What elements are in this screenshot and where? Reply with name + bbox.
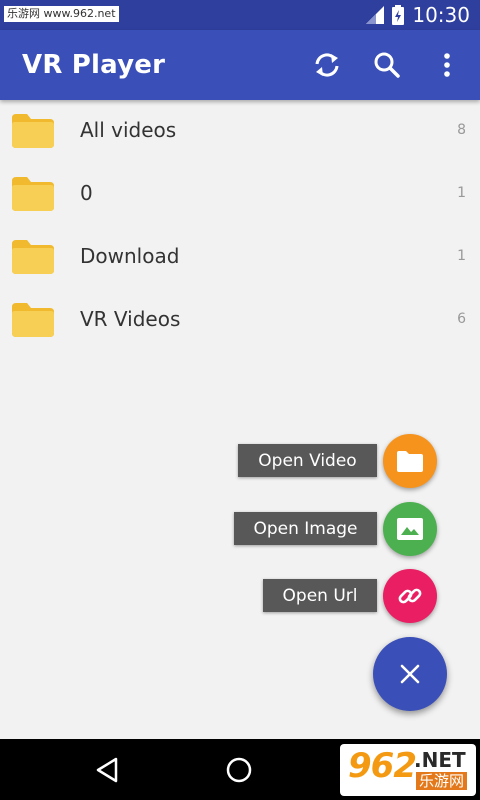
link-icon <box>398 588 422 604</box>
signal-icon <box>366 6 385 24</box>
open-image-button[interactable] <box>383 502 437 556</box>
open-image-label[interactable]: Open Image <box>234 512 377 545</box>
status-time: 10:30 <box>412 3 470 27</box>
status-icons: 10:30 <box>366 3 470 27</box>
folder-name: VR Videos <box>80 307 181 331</box>
folder-count: 6 <box>457 311 466 327</box>
more-options-button[interactable] <box>428 46 466 84</box>
folder-icon <box>12 177 54 211</box>
site-logo: 962 .NET 乐游网 <box>340 744 476 796</box>
folder-row-vr-videos[interactable]: VR Videos 6 <box>0 289 480 352</box>
open-url-button[interactable] <box>383 569 437 623</box>
search-button[interactable] <box>368 46 406 84</box>
folder-count: 1 <box>457 185 466 201</box>
home-icon[interactable] <box>224 755 254 785</box>
open-video-label[interactable]: Open Video <box>238 444 377 477</box>
folder-name: Download <box>80 244 180 268</box>
app-title: VR Player <box>22 50 166 80</box>
more-vert-icon <box>444 53 450 77</box>
folder-row-download[interactable]: Download 1 <box>0 226 480 289</box>
folder-icon <box>12 303 54 337</box>
sync-icon <box>315 53 339 77</box>
logo-number: 962 <box>348 746 417 786</box>
folder-icon <box>12 114 54 148</box>
folder-count: 1 <box>457 248 466 264</box>
app-actions <box>308 46 466 84</box>
image-icon <box>397 518 423 540</box>
folder-name: 0 <box>80 181 93 205</box>
folder-row-all-videos[interactable]: All videos 8 <box>0 100 480 163</box>
status-bar: 乐游网 www.962.net 10:30 <box>0 0 480 30</box>
watermark: 乐游网 www.962.net <box>4 6 119 22</box>
close-fab-button[interactable] <box>373 637 447 711</box>
battery-icon <box>392 5 405 25</box>
open-video-button[interactable] <box>383 434 437 488</box>
folder-list: All videos 8 0 1 Download 1 VR Videos 6 <box>0 100 480 352</box>
search-icon <box>374 52 400 78</box>
logo-net: .NET <box>414 748 466 772</box>
folder-count: 8 <box>457 122 466 138</box>
open-url-label[interactable]: Open Url <box>263 579 377 612</box>
folder-name: All videos <box>80 118 177 142</box>
back-icon[interactable] <box>92 755 122 785</box>
close-icon <box>400 664 420 684</box>
sync-button[interactable] <box>308 46 346 84</box>
folder-row-0[interactable]: 0 1 <box>0 163 480 226</box>
app-bar: VR Player <box>0 30 480 100</box>
folder-icon <box>12 240 54 274</box>
folder-icon <box>397 451 423 472</box>
logo-cn: 乐游网 <box>416 772 468 790</box>
